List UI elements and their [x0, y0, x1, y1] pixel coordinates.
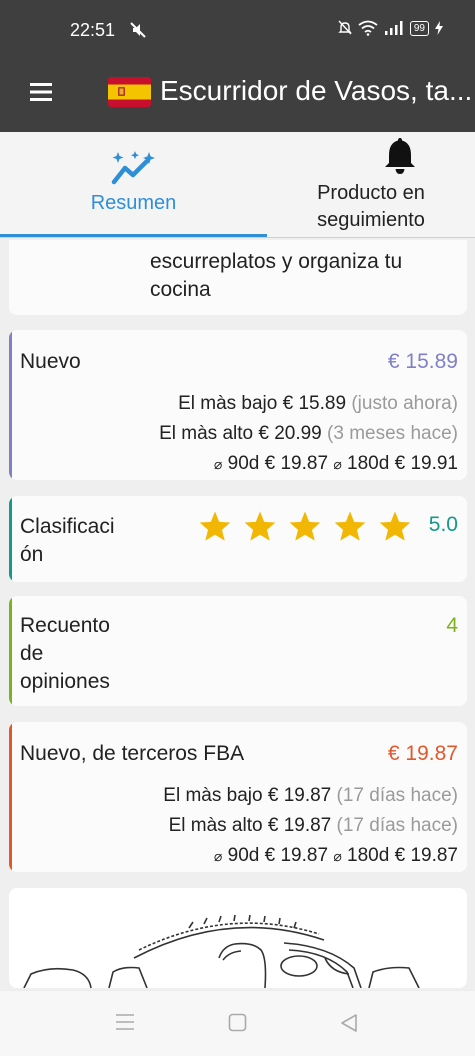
avg90-label: 90d [227, 845, 260, 866]
avg180-label: 180d [347, 453, 390, 474]
bell-icon [385, 138, 415, 174]
tab-bar: Resumen Producto en seguimiento [0, 132, 475, 238]
rating-card[interactable]: Clasificaci ón 5.0 [9, 496, 467, 582]
tab-resumen[interactable]: Resumen [0, 132, 267, 238]
battery-indicator: 99 [409, 20, 429, 36]
star-icon [244, 511, 276, 541]
avg180-label: 180d [347, 845, 390, 866]
review-label-line3: opiniones [20, 670, 110, 693]
home-icon[interactable] [228, 1013, 247, 1032]
highest-label: El màs alto [168, 815, 263, 836]
star-icon [289, 511, 321, 541]
highest-price-line: El màs alto € 19.87 (17 días hace) [169, 815, 458, 837]
rating-label-line1: Clasificaci [20, 515, 115, 538]
highest-when: (17 días hace) [336, 815, 458, 836]
star-icon [379, 511, 411, 541]
average-icon: ⌀ [213, 848, 223, 864]
lowest-label: El màs bajo [163, 785, 263, 806]
lowest-price-line: El màs bajo € 19.87 (17 días hace) [163, 785, 458, 807]
highest-price: € 19.87 [267, 815, 332, 836]
mute-icon [130, 22, 146, 38]
highest-when: (3 meses hace) [327, 423, 458, 444]
recent-apps-icon[interactable] [115, 1013, 135, 1031]
rating-label: Clasificaci ón [20, 513, 115, 569]
notification-off-icon [338, 20, 352, 35]
status-bar: 22:51 99 [0, 0, 475, 60]
lowest-price: € 19.87 [267, 785, 332, 806]
star-icon [334, 511, 366, 541]
current-price: € 19.87 [387, 742, 458, 765]
average-icon: ⌀ [333, 848, 342, 864]
system-nav-bar [0, 990, 475, 1056]
card-accent-bar [9, 596, 12, 706]
description-card: escurreplatos y organiza tu cocina [9, 240, 467, 315]
star-rating [198, 510, 412, 542]
avg180-price: € 19.91 [394, 453, 458, 474]
tab-label-resumen: Resumen [90, 192, 177, 214]
product-image-card[interactable] [9, 888, 467, 988]
avg180-price: € 19.87 [394, 845, 458, 866]
card-accent-bar [9, 330, 12, 480]
card-accent-bar [9, 496, 12, 582]
status-time: 22:51 [70, 20, 116, 40]
review-label-line1: Recuento [20, 614, 110, 637]
charging-icon [435, 21, 443, 35]
product-image [23, 914, 420, 988]
current-price: € 15.89 [387, 350, 458, 373]
avg90-price: € 19.87 [264, 845, 329, 866]
highest-price-line: El màs alto € 20.99 (3 meses hace) [159, 423, 458, 445]
review-label-line2: de [20, 642, 44, 665]
tabs-divider [0, 237, 475, 238]
lowest-label: El màs bajo [178, 393, 278, 414]
tab-label-seguimiento: Producto en seguimiento [317, 182, 425, 231]
lowest-when: (justo ahora) [351, 393, 458, 414]
trend-sparkle-icon [111, 151, 155, 185]
tab-producto-seguimiento[interactable]: Producto en seguimiento [267, 132, 475, 238]
status-icons: 99 [338, 20, 443, 36]
highest-label: El màs alto [159, 423, 254, 444]
avg90-price: € 19.87 [264, 453, 329, 474]
menu-icon[interactable] [30, 82, 54, 102]
average-price-line: ⌀ 90d € 19.87 ⌀ 180d € 19.91 [214, 453, 458, 475]
rating-value: 5.0 [428, 513, 458, 536]
card-accent-bar [9, 722, 12, 872]
price-label: Nuevo [20, 350, 81, 373]
back-icon[interactable] [340, 1013, 358, 1033]
spain-flag-icon [108, 77, 151, 107]
avg90-label: 90d [227, 453, 260, 474]
wifi-icon [358, 20, 378, 36]
review-count-label: Recuento de opiniones [20, 612, 110, 696]
page-title: Escurridor de Vasos, ta... [160, 75, 473, 106]
review-count-value: 4 [446, 614, 458, 637]
lowest-price: € 15.89 [282, 393, 347, 414]
app-bar: Escurridor de Vasos, ta... [0, 60, 475, 132]
average-icon: ⌀ [333, 456, 342, 472]
price-label: Nuevo, de terceros FBA [20, 742, 245, 765]
highest-price: € 20.99 [258, 423, 322, 444]
average-price-line: ⌀ 90d € 19.87 ⌀ 180d € 19.87 [214, 845, 458, 867]
lowest-price-line: El màs bajo € 15.89 (justo ahora) [178, 393, 458, 415]
product-description: escurreplatos y organiza tu cocina [150, 250, 403, 301]
fba-price-card[interactable]: Nuevo, de terceros FBA € 19.87 El màs ba… [9, 722, 467, 872]
average-icon: ⌀ [213, 456, 223, 472]
review-count-card[interactable]: Recuento de opiniones 4 [9, 596, 467, 706]
star-icon [199, 511, 231, 541]
lowest-when: (17 días hace) [336, 785, 458, 806]
rating-label-line2: ón [20, 543, 44, 566]
signal-icon [384, 21, 403, 35]
nuevo-price-card[interactable]: Nuevo € 15.89 El màs bajo € 15.89 (justo… [9, 330, 467, 480]
